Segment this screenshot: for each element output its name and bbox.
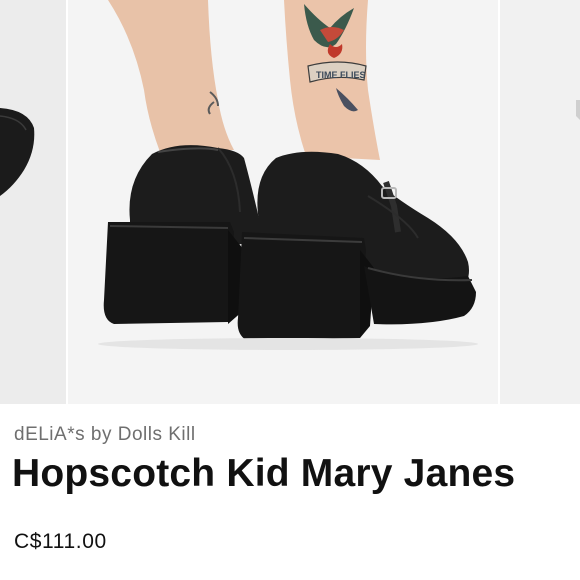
right-shoe <box>237 151 476 340</box>
product-price: C$111.00 <box>14 530 107 553</box>
next-image-slide[interactable] <box>500 0 580 404</box>
product-title: Hopscotch Kid Mary Janes <box>12 452 516 495</box>
main-product-image[interactable]: TIME FLIES <box>68 0 498 404</box>
previous-image-slide[interactable] <box>0 0 66 404</box>
product-brand[interactable]: dELiA*s by Dolls Kill <box>14 424 196 446</box>
product-image-carousel[interactable]: TIME FLIES <box>0 0 580 404</box>
tattoo-text: TIME FLIES <box>316 70 366 80</box>
